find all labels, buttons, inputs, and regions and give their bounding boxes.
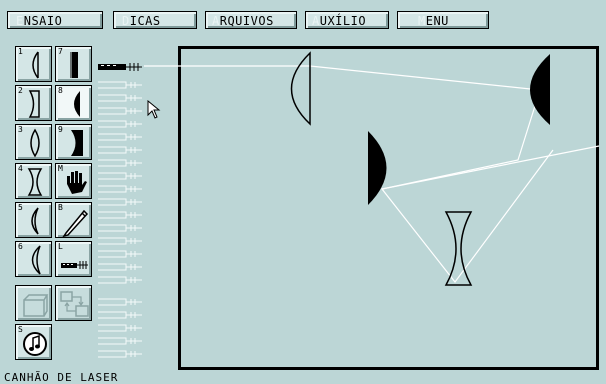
laser-slot-empty[interactable] [98,184,142,194]
menu-hotkey: M [418,14,426,28]
empty-slot-icon [98,298,142,306]
menu-label: ENU [425,14,449,28]
laser-slot-empty[interactable] [98,275,142,285]
status-text: CANHÃO DE LASER [4,371,119,384]
tool-concave-mirror[interactable]: 9 [55,124,92,160]
laser-slot-active[interactable] [98,62,142,72]
board-icon [23,294,49,317]
empty-slot-icon [98,185,142,193]
menu-hotkey: E [16,14,24,28]
menu-auxilio-button[interactable]: AUXÍLIO [305,11,389,29]
empty-slot-icon [98,263,142,271]
empty-slot-icon [98,324,142,332]
empty-slot-icon [98,337,142,345]
laser-slot-empty[interactable] [98,297,142,307]
empty-slot-icon [98,146,142,154]
laser-slot-empty[interactable] [98,249,142,259]
empty-slot-icon [98,133,142,141]
tool-biconcave-lens[interactable]: 4 [15,163,52,199]
menu-hotkey: D [122,14,130,28]
laser-slot-empty[interactable] [98,336,142,346]
mouse-cursor-icon [147,100,161,119]
menu-ensaio-button[interactable]: ENSAIO [7,11,103,29]
menu-hotkey: A [212,14,220,28]
empty-slot-icon [98,350,142,358]
empty-slot-icon [98,120,142,128]
laser-slot-empty[interactable] [98,80,142,90]
laser-slot-empty[interactable] [98,349,142,359]
menu-label: UXÍLIO [319,14,367,28]
laser-slot-empty[interactable] [98,145,142,155]
laser-cannon-icon [61,261,88,269]
laser-slot-empty[interactable] [98,323,142,333]
tool-swap[interactable] [55,285,92,321]
laser-slot-empty[interactable] [98,132,142,142]
plano-concave-lens-icon [28,90,40,118]
menu-menu-button[interactable]: MENU [397,11,489,29]
tool-flat-mirror[interactable]: 7 [55,46,92,82]
menu-arquivos-button[interactable]: ARQUIVOS [205,11,297,29]
tool-board[interactable] [15,285,52,321]
empty-slot-icon [98,276,142,284]
menu-label: NSAIO [23,14,63,28]
meniscus-lens-icon [31,207,39,235]
meniscus-lens-icon [31,245,41,275]
menu-dicas-button[interactable]: DICAS [113,11,197,29]
biconcave-lens-icon [27,168,43,196]
tool-plano-concave-lens[interactable]: 2 [15,85,52,121]
empty-slot-icon [98,224,142,232]
laser-cannon-icon [98,63,142,71]
tool-sound[interactable]: S [15,324,52,360]
empty-slot-icon [98,81,142,89]
biconvex-lens-icon [30,128,40,158]
tool-convex-mirror[interactable]: 8 [55,85,92,121]
laser-slot-empty[interactable] [98,310,142,320]
tool-biconvex-lens[interactable]: 3 [15,124,52,160]
experiment-board[interactable] [178,46,599,370]
empty-slot-icon [98,211,142,219]
pencil-icon [62,209,89,238]
concave-mirror-icon [71,130,83,156]
tool-laser-cannon[interactable]: L [55,241,92,277]
laser-slot-empty[interactable] [98,262,142,272]
laser-slot-empty[interactable] [98,93,142,103]
laser-slot-empty[interactable] [98,197,142,207]
hand-icon [67,171,87,194]
empty-slot-icon [98,237,142,245]
sound-icon [23,332,47,356]
laser-slot-empty[interactable] [98,106,142,116]
menu-label: RQUIVOS [219,14,274,28]
swap-icon [60,291,89,317]
menu-hotkey: A [312,14,320,28]
empty-slot-icon [98,159,142,167]
flat-mirror-icon [70,52,78,78]
menu-label: ICAS [129,14,161,28]
laser-slot-empty[interactable] [98,171,142,181]
laser-slot-empty[interactable] [98,236,142,246]
tool-pencil[interactable]: B [55,202,92,238]
tool-meniscus-lens-2[interactable]: 6 [15,241,52,277]
tool-hand[interactable]: M [55,163,92,199]
empty-slot-icon [98,198,142,206]
empty-slot-icon [98,311,142,319]
laser-slot-empty[interactable] [98,158,142,168]
plano-convex-lens-icon [32,51,39,79]
empty-slot-icon [98,172,142,180]
laser-slot-empty[interactable] [98,119,142,129]
tool-plano-convex-lens[interactable]: 1 [15,46,52,82]
laser-slot-empty[interactable] [98,223,142,233]
tool-meniscus-lens[interactable]: 5 [15,202,52,238]
empty-slot-icon [98,250,142,258]
empty-slot-icon [98,107,142,115]
laser-slot-empty[interactable] [98,210,142,220]
empty-slot-icon [98,94,142,102]
convex-mirror-icon [74,91,80,117]
